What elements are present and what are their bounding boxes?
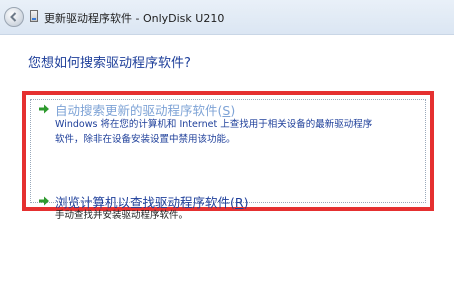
browse-computer-description: 手动查找并安装驱动程序软件。 [55, 210, 189, 221]
auto-search-description-line1: Windows 将在您的计算机和 Internet 上查找用于相关设备的最新驱动… [55, 119, 373, 130]
title-bar: 更新驱动程序软件 - OnlyDisk U210 [0, 0, 454, 35]
browse-computer-label-end: ) [243, 195, 249, 210]
browse-computer-accesskey: R [234, 195, 244, 210]
device-icon [30, 10, 38, 22]
auto-search-label: 自动搜索更新的驱动程序软件( [55, 103, 223, 118]
auto-search-description-line2: 软件，除非在设备安装设置中禁用该功能。 [55, 134, 236, 145]
auto-search-label-end: ) [230, 103, 236, 118]
green-arrow-icon [39, 104, 49, 114]
window-title: 更新驱动程序软件 - OnlyDisk U210 [44, 12, 225, 25]
green-arrow-icon [39, 196, 49, 206]
back-arrow-icon [10, 12, 17, 22]
back-button[interactable] [4, 7, 24, 27]
page-question: 您想如何搜索驱动程序软件? [28, 56, 191, 71]
